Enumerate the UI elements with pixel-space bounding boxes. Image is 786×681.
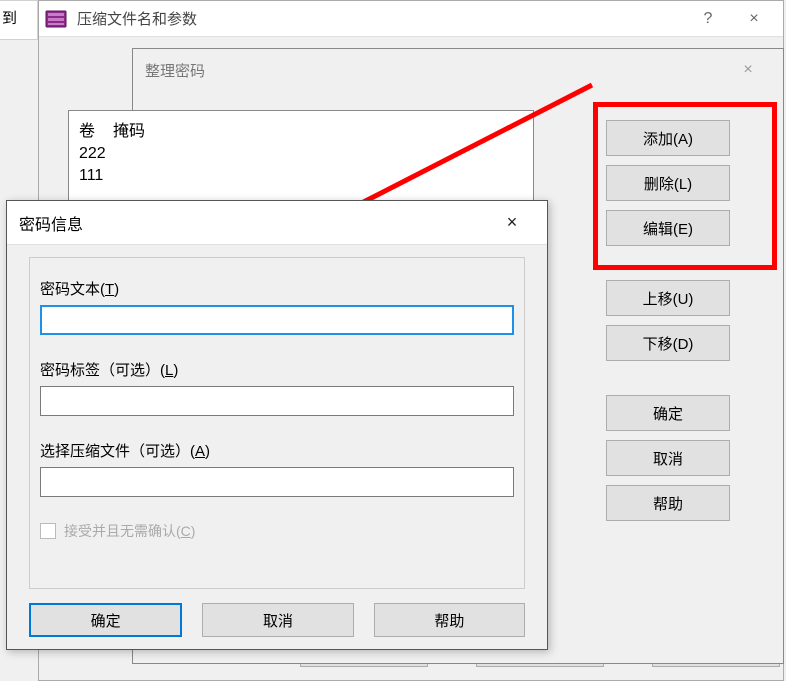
ok-button[interactable]: 确定: [29, 603, 182, 637]
list-item[interactable]: 222: [79, 145, 523, 163]
select-archive-input[interactable]: [40, 467, 514, 497]
password-info-title: 密码信息: [19, 211, 489, 235]
list-header: 卷 掩码: [79, 117, 523, 141]
close-icon[interactable]: ×: [489, 212, 535, 233]
list-col-volume: 卷: [79, 117, 95, 141]
password-text-input[interactable]: [40, 305, 514, 335]
list-item[interactable]: 111: [79, 167, 523, 185]
help-button[interactable]: 帮助: [374, 603, 525, 637]
password-info-buttons: 确定 取消 帮助: [29, 603, 525, 637]
cancel-button[interactable]: 取消: [202, 603, 353, 637]
select-archive-group: 选择压缩文件（可选）(A): [40, 440, 514, 497]
password-text-group: 密码文本(T): [40, 278, 514, 335]
password-info-dialog: 密码信息 × 密码文本(T) 密码标签（可选）(L) 选择压缩文件（可选）(A)…: [6, 200, 548, 650]
archive-params-title: 压缩文件名和参数: [77, 8, 685, 29]
checkbox-icon[interactable]: [40, 523, 56, 539]
accept-no-confirm-label: 接受并且无需确认(C): [64, 521, 195, 541]
cancel-button[interactable]: 取消: [606, 440, 730, 476]
moveup-button[interactable]: 上移(U): [606, 280, 730, 316]
close-icon[interactable]: ×: [731, 1, 777, 37]
password-tag-label: 密码标签（可选）(L): [40, 359, 514, 380]
select-archive-label: 选择压缩文件（可选）(A): [40, 440, 514, 461]
add-button[interactable]: 添加(A): [606, 120, 730, 156]
help-button[interactable]: 帮助: [606, 485, 730, 521]
organize-side-buttons: 添加(A) 删除(L) 编辑(E) 上移(U) 下移(D) 确定 取消 帮助: [606, 120, 730, 530]
organize-passwords-titlebar: 整理密码 ×: [133, 49, 783, 91]
winrar-icon: [45, 8, 67, 30]
password-info-body: 密码文本(T) 密码标签（可选）(L) 选择压缩文件（可选）(A) 接受并且无需…: [29, 257, 525, 589]
accept-no-confirm-checkbox[interactable]: 接受并且无需确认(C): [40, 521, 514, 541]
password-tag-input[interactable]: [40, 386, 514, 416]
ok-button[interactable]: 确定: [606, 395, 730, 431]
edit-button[interactable]: 编辑(E): [606, 210, 730, 246]
delete-button[interactable]: 删除(L): [606, 165, 730, 201]
password-tag-group: 密码标签（可选）(L): [40, 359, 514, 416]
toolbar-fragment: 到: [0, 0, 38, 40]
password-info-titlebar: 密码信息 ×: [7, 201, 547, 245]
password-text-label: 密码文本(T): [40, 278, 514, 299]
list-col-mask: 掩码: [113, 117, 145, 141]
toolbar-fragment-label: 到: [2, 10, 17, 27]
archive-params-titlebar: 压缩文件名和参数 ? ×: [39, 1, 783, 37]
help-button[interactable]: ?: [685, 1, 731, 37]
close-icon[interactable]: ×: [725, 61, 771, 79]
movedown-button[interactable]: 下移(D): [606, 325, 730, 361]
organize-passwords-title: 整理密码: [145, 60, 725, 81]
